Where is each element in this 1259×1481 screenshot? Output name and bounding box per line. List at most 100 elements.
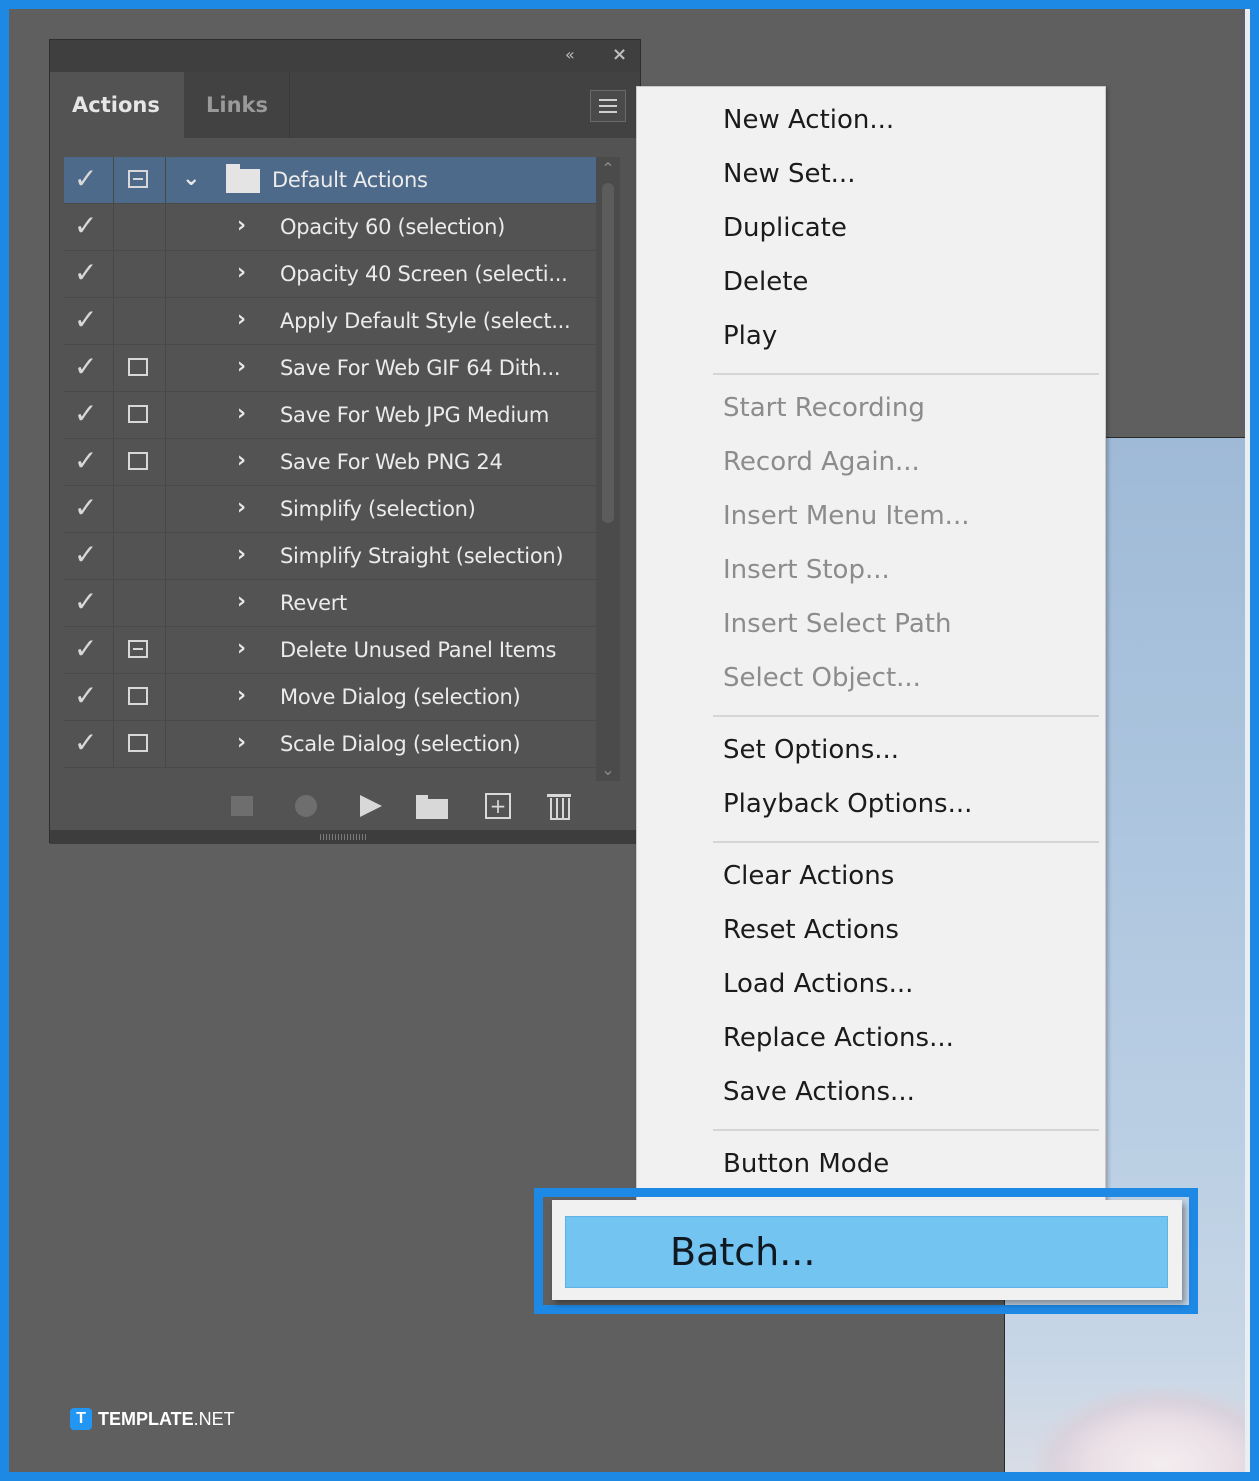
toggle-item-cell[interactable]: ✓ [64, 251, 114, 297]
checkmark-icon: ✓ [74, 303, 98, 336]
chevron-right-icon[interactable]: › [237, 402, 246, 426]
toggle-dialog-cell[interactable] [114, 298, 166, 344]
toggle-dialog-cell[interactable] [114, 157, 166, 203]
menu-item-duplicate[interactable]: Duplicate [723, 211, 847, 245]
toggle-dialog-cell[interactable] [114, 345, 166, 391]
toggle-dialog-cell[interactable] [114, 627, 166, 673]
action-row[interactable]: ✓ › Save For Web JPG Medium [64, 392, 596, 439]
toggle-item-cell[interactable]: ✓ [64, 533, 114, 579]
chevron-right-icon[interactable]: › [237, 731, 246, 755]
chevron-down-icon[interactable]: ⌄ [596, 760, 620, 779]
menu-item-new-action[interactable]: New Action... [723, 103, 894, 137]
action-row[interactable]: ✓ › Apply Default Style (select... [64, 298, 596, 345]
action-set-row[interactable]: ✓ ⌄ Default Actions [64, 157, 596, 204]
toggle-dialog-cell[interactable] [114, 721, 166, 767]
menu-item-play[interactable]: Play [723, 319, 777, 353]
menu-item-load-actions[interactable]: Load Actions... [723, 967, 913, 1001]
toggle-item-cell[interactable]: ✓ [64, 345, 114, 391]
action-row[interactable]: ✓ › Move Dialog (selection) [64, 674, 596, 721]
stop-icon[interactable] [228, 792, 256, 820]
menu-item-reset-actions[interactable]: Reset Actions [723, 913, 899, 947]
resize-grip[interactable] [50, 830, 640, 844]
action-label: Save For Web GIF 64 Dith... [280, 356, 561, 380]
scrollbar[interactable]: ⌃ ⌄ [596, 157, 620, 781]
chevron-up-icon[interactable]: ⌃ [596, 159, 620, 178]
toggle-dialog-cell[interactable] [114, 251, 166, 297]
chevron-right-icon[interactable]: › [237, 496, 246, 520]
action-label: Simplify Straight (selection) [280, 544, 564, 568]
chevron-right-icon[interactable]: › [237, 684, 246, 708]
checkmark-icon: ✓ [74, 350, 98, 383]
menu-item-replace-actions[interactable]: Replace Actions... [723, 1021, 954, 1055]
menu-item-new-set[interactable]: New Set... [723, 157, 855, 191]
action-row[interactable]: ✓ › Revert [64, 580, 596, 627]
chevron-right-icon[interactable]: › [237, 214, 246, 238]
collapse-icon[interactable]: « [565, 46, 575, 64]
toggle-dialog-cell[interactable] [114, 486, 166, 532]
scroll-thumb[interactable] [602, 183, 614, 523]
toggle-item-cell[interactable]: ✓ [64, 674, 114, 720]
action-row[interactable]: ✓ › Save For Web GIF 64 Dith... [64, 345, 596, 392]
menu-separator [713, 715, 1099, 717]
toggle-item-cell[interactable]: ✓ [64, 392, 114, 438]
action-label: Delete Unused Panel Items [280, 638, 557, 662]
chevron-right-icon[interactable]: › [237, 637, 246, 661]
panel-menu-button[interactable] [590, 90, 626, 122]
record-icon[interactable] [292, 792, 320, 820]
menu-item-button-mode[interactable]: Button Mode [723, 1147, 889, 1181]
checkmark-icon: ✓ [74, 632, 98, 665]
menu-item-batch[interactable]: Batch... [565, 1216, 1168, 1288]
menu-item-playback-options[interactable]: Playback Options... [723, 787, 972, 821]
hamburger-icon [599, 105, 617, 107]
action-row[interactable]: ✓ › Save For Web PNG 24 [64, 439, 596, 486]
menu-item-save-actions[interactable]: Save Actions... [723, 1075, 915, 1109]
chevron-down-icon[interactable]: ⌄ [182, 165, 200, 193]
close-icon[interactable]: × [612, 46, 627, 64]
action-row[interactable]: ✓ › Opacity 60 (selection) [64, 204, 596, 251]
batch-label: Batch... [670, 1230, 816, 1274]
toggle-dialog-cell[interactable] [114, 533, 166, 579]
menu-item-clear-actions[interactable]: Clear Actions [723, 859, 894, 893]
chevron-right-icon[interactable]: › [237, 449, 246, 473]
action-row[interactable]: ✓ › Simplify Straight (selection) [64, 533, 596, 580]
action-row[interactable]: ✓ › Delete Unused Panel Items [64, 627, 596, 674]
chevron-right-icon[interactable]: › [237, 261, 246, 285]
new-action-icon[interactable] [484, 792, 512, 820]
tab-actions[interactable]: Actions [50, 72, 184, 138]
toggle-dialog-cell[interactable] [114, 580, 166, 626]
chevron-right-icon[interactable]: › [237, 590, 246, 614]
checkmark-icon: ✓ [74, 256, 98, 289]
chevron-right-icon[interactable]: › [237, 543, 246, 567]
toggle-dialog-cell[interactable] [114, 204, 166, 250]
toggle-item-cell[interactable]: ✓ [64, 721, 114, 767]
new-set-icon[interactable] [416, 792, 448, 820]
toggle-item-cell[interactable]: ✓ [64, 204, 114, 250]
panel-tabbar: Actions Links [50, 72, 640, 138]
toggle-item-cell[interactable]: ✓ [64, 486, 114, 532]
action-list: ✓ ⌄ Default Actions ✓ › Opacity 60 (sele… [64, 157, 630, 781]
toggle-item-cell[interactable]: ✓ [64, 439, 114, 485]
toggle-item-cell[interactable]: ✓ [64, 580, 114, 626]
action-row[interactable]: ✓ › Simplify (selection) [64, 486, 596, 533]
toggle-item-cell[interactable]: ✓ [64, 298, 114, 344]
dialog-toggle-icon [128, 405, 148, 423]
menu-item-set-options[interactable]: Set Options... [723, 733, 899, 767]
menu-item-select-object: Select Object... [723, 663, 921, 693]
toggle-dialog-cell[interactable] [114, 392, 166, 438]
action-row[interactable]: ✓ › Opacity 40 Screen (selecti... [64, 251, 596, 298]
chevron-right-icon[interactable]: › [237, 308, 246, 332]
checkmark-icon: ✓ [74, 162, 98, 195]
toggle-item-cell[interactable]: ✓ [64, 627, 114, 673]
toggle-dialog-cell[interactable] [114, 439, 166, 485]
dialog-toggle-icon [128, 170, 148, 188]
chevron-right-icon[interactable]: › [237, 355, 246, 379]
panel-flyout-menu: New Action... New Set... Duplicate Delet… [636, 86, 1106, 1226]
trash-icon[interactable] [546, 792, 574, 820]
toggle-dialog-cell[interactable] [114, 674, 166, 720]
menu-item-delete[interactable]: Delete [723, 265, 808, 299]
toggle-item-cell[interactable]: ✓ [64, 157, 114, 203]
tab-links[interactable]: Links [184, 72, 290, 138]
watermark: T TEMPLATE.NET [70, 1405, 235, 1433]
play-icon[interactable] [356, 792, 384, 820]
action-row[interactable]: ✓ › Scale Dialog (selection) [64, 721, 596, 768]
